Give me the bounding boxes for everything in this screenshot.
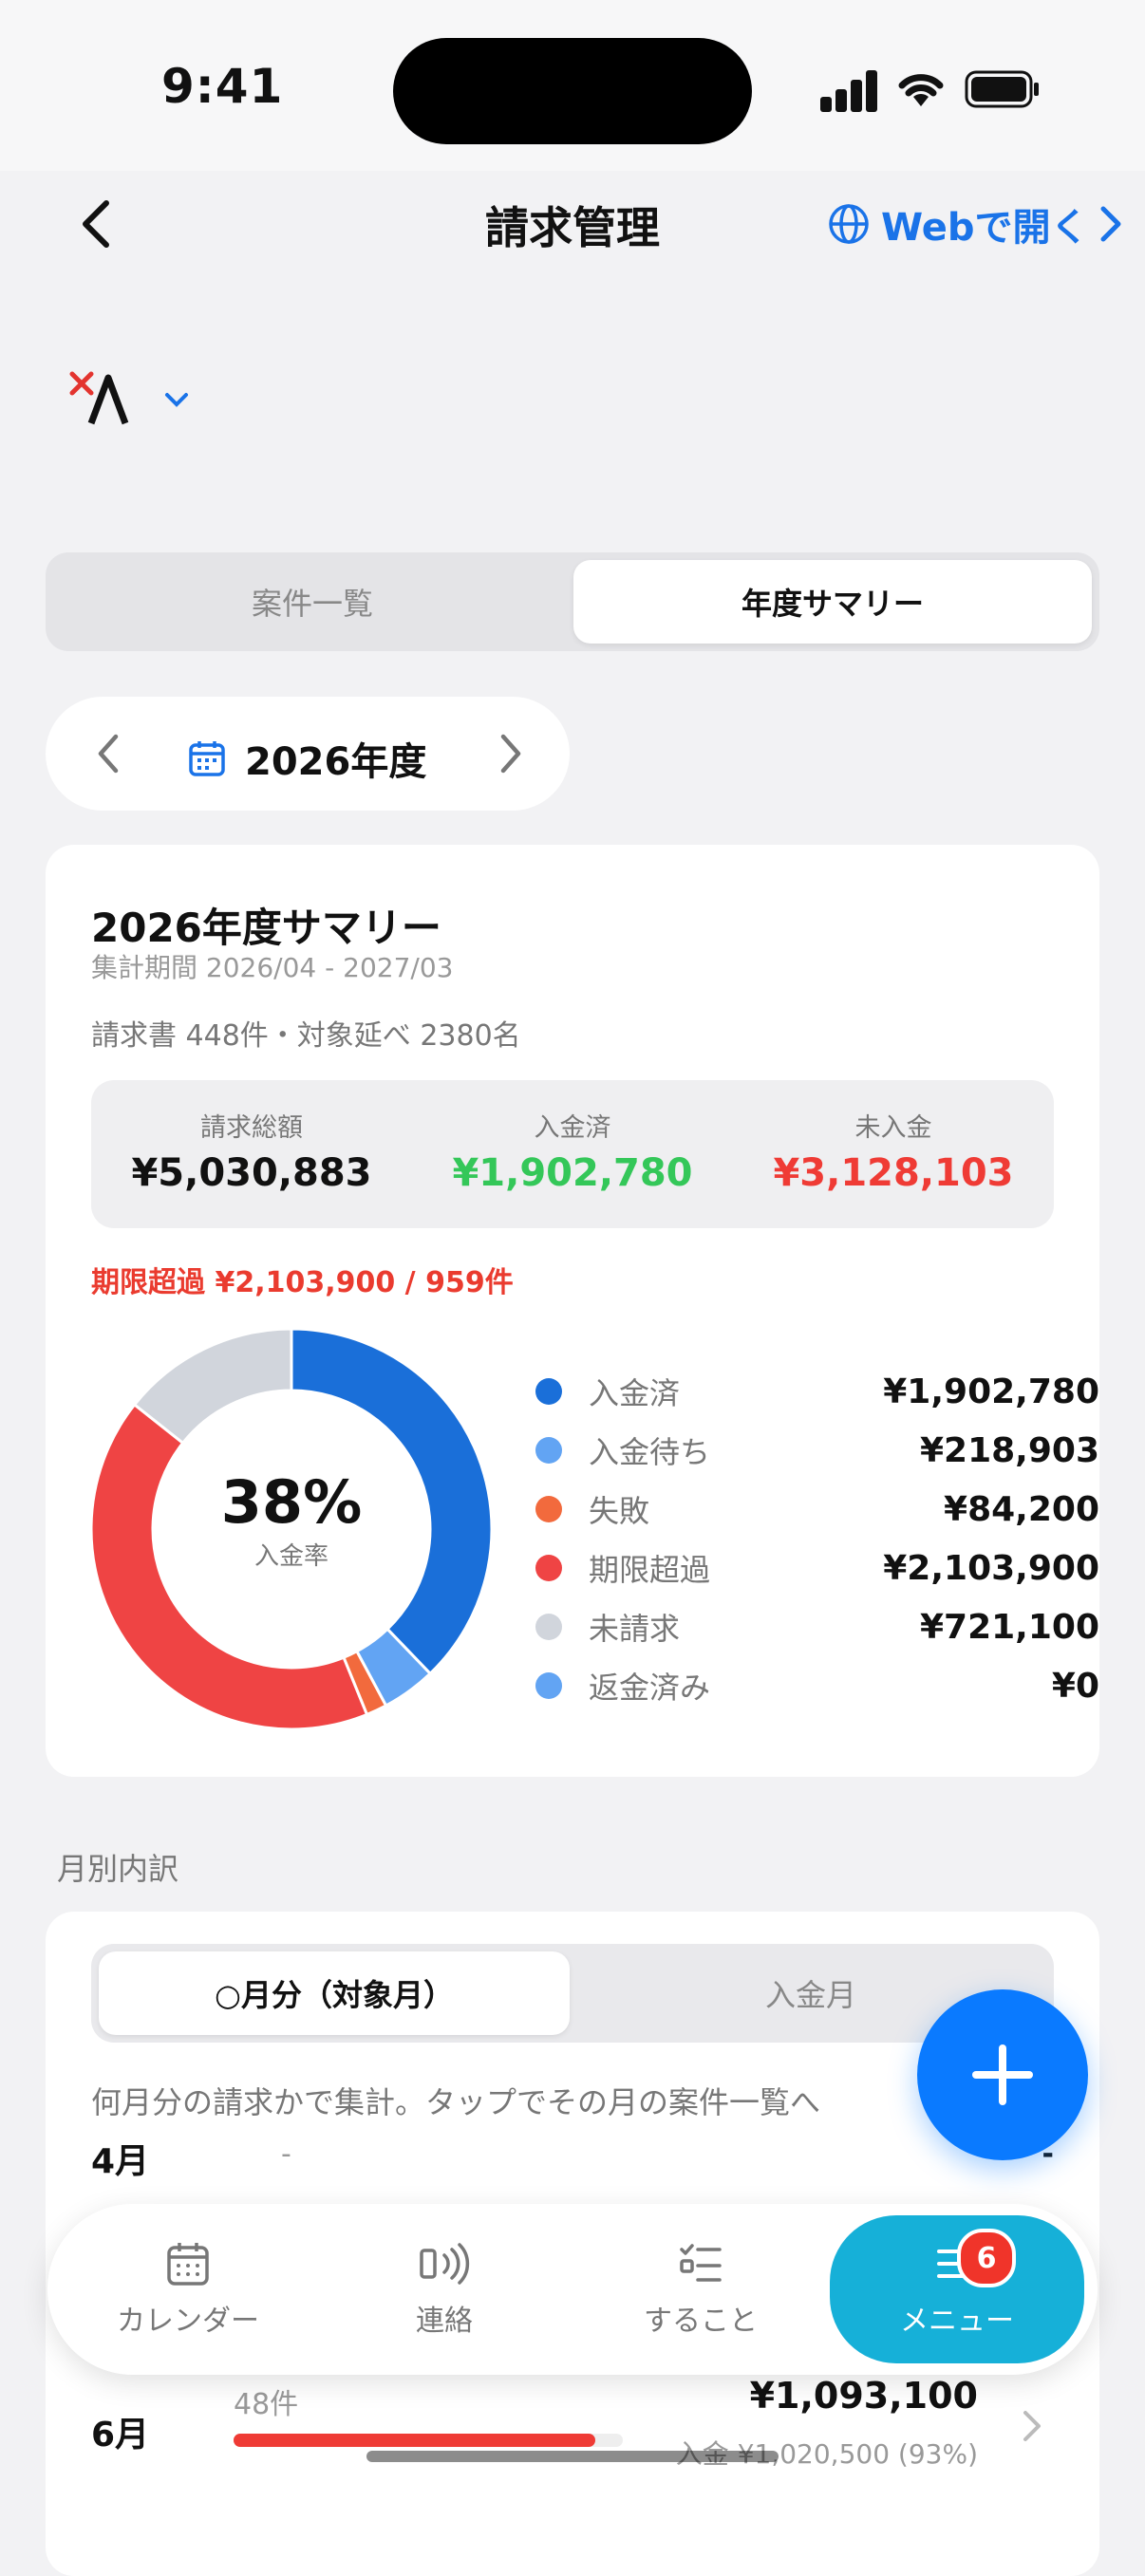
monthly-hint: 何月分の請求かで集計。タップでその月の案件一覧へ — [91, 2084, 821, 2120]
tab-calendar-label: カレンダー — [117, 2305, 259, 2338]
plus-icon — [972, 2044, 1033, 2105]
tab-bar: カレンダー 連絡 すること メニュー 6 — [47, 2204, 1098, 2375]
stat-total-value: ¥5,030,883 — [131, 1151, 372, 1195]
legend-label: 失敗 — [589, 1493, 650, 1529]
chart-legend: 入金済 ¥1,902,780 入金待ち ¥218,903 失敗 ¥84,200 … — [535, 1362, 1099, 1715]
month-label: 4月 — [91, 2142, 150, 2181]
month-count: 48件 — [234, 2388, 299, 2421]
checklist-icon — [680, 2244, 722, 2282]
stat-unpaid-label: 未入金 — [854, 1113, 932, 1143]
status-time: 9:41 — [161, 59, 284, 114]
legend-value: ¥2,103,900 — [883, 1548, 1099, 1588]
year-selector: 2026年度 — [46, 697, 570, 811]
legend-label: 未請求 — [589, 1611, 681, 1647]
summary-stats: 請求総額 ¥5,030,883 入金済 ¥1,902,780 未入金 ¥3,12… — [91, 1080, 1054, 1228]
legend-value: ¥0 — [1051, 1666, 1099, 1706]
year-label: 2026年度 — [245, 740, 427, 784]
stat-total: 請求総額 ¥5,030,883 — [91, 1107, 412, 1195]
globe-icon — [829, 204, 869, 244]
monthly-section-label: 月別内訳 — [57, 1851, 179, 1887]
wifi-icon — [898, 74, 944, 106]
legend-label: 返金済み — [589, 1670, 711, 1706]
month-amount: ¥1,093,100 — [749, 2375, 978, 2417]
stat-paid: 入金済 ¥1,902,780 — [412, 1107, 733, 1195]
stat-paid-label: 入金済 — [534, 1113, 611, 1143]
signal-icon — [820, 68, 877, 112]
legend-value: ¥218,903 — [919, 1430, 1099, 1470]
tab-target-month[interactable]: ○月分（対象月） — [99, 1951, 570, 2035]
month-row[interactable]: 4月 - - — [91, 2120, 1054, 2196]
year-summary-card: 2026年度サマリー 集計期間 2026/04 - 2027/03 請求書 44… — [46, 845, 1099, 1777]
legend-label: 入金済 — [589, 1375, 681, 1411]
calendar-icon — [189, 741, 225, 776]
summary-count: 請求書 448件・対象延べ 2380名 — [91, 1019, 521, 1053]
view-segmented-control: 案件一覧 年度サマリー — [46, 552, 1099, 651]
overdue-note: 期限超過 ¥2,103,900 / 959件 — [91, 1266, 514, 1299]
legend-label: 入金待ち — [589, 1434, 711, 1470]
stat-paid-value: ¥1,902,780 — [452, 1151, 693, 1195]
next-year-icon[interactable] — [492, 729, 530, 778]
tab-calendar[interactable]: カレンダー — [74, 2204, 302, 2375]
legend-dot — [535, 1378, 562, 1405]
open-web-button[interactable]: Webで開く — [828, 196, 1122, 252]
chevron-right-icon — [1100, 206, 1121, 242]
notification-badge: 6 — [957, 2229, 1016, 2287]
tab-contact[interactable]: 連絡 — [330, 2204, 558, 2375]
legend-dot — [535, 1614, 562, 1640]
month-count: - — [281, 2137, 291, 2171]
stat-unpaid: 未入金 ¥3,128,103 — [733, 1107, 1054, 1195]
legend-item-failed: 失敗 ¥84,200 — [535, 1480, 1099, 1539]
legend-value: ¥84,200 — [944, 1489, 1099, 1529]
tab-todo-label: すること — [644, 2305, 758, 2338]
legend-dot — [535, 1555, 562, 1581]
stat-unpaid-value: ¥3,128,103 — [773, 1151, 1014, 1195]
legend-dot — [535, 1496, 562, 1522]
year-display[interactable]: 2026年度 — [188, 731, 426, 786]
tab-menu[interactable]: メニュー 6 — [830, 2215, 1084, 2363]
tab-contact-label: 連絡 — [416, 2305, 473, 2338]
tab-year-summary[interactable]: 年度サマリー — [573, 560, 1092, 644]
org-logo-switcher[interactable] — [66, 361, 199, 437]
monthly-segmented-control: ○月分（対象月） 入金月 — [91, 1944, 1054, 2043]
legend-dot — [535, 1672, 562, 1699]
month-label: 6月 — [91, 2416, 150, 2455]
summary-title: 2026年度サマリー — [91, 905, 441, 951]
legend-value: ¥721,100 — [919, 1607, 1099, 1647]
month-row[interactable]: 6月 48件 ¥1,093,100 入金 ¥1,020,500 (93%) — [91, 2371, 1054, 2485]
legend-value: ¥1,902,780 — [883, 1372, 1099, 1411]
chevron-right-icon — [1023, 2411, 1041, 2441]
home-indicator — [366, 2451, 779, 2462]
month-progress-fill — [234, 2434, 596, 2447]
calendar-icon — [167, 2243, 209, 2286]
battery-icon — [965, 70, 1039, 108]
summary-period: 集計期間 2026/04 - 2027/03 — [91, 952, 454, 983]
broadcast-icon — [420, 2243, 470, 2285]
open-web-label: Webで開く — [881, 206, 1089, 250]
legend-label: 期限超過 — [589, 1552, 711, 1588]
legend-dot — [535, 1437, 562, 1464]
month-progress-track — [234, 2434, 623, 2447]
donut-rate-label: 入金率 — [254, 1542, 328, 1571]
legend-item-overdue: 期限超過 ¥2,103,900 — [535, 1539, 1099, 1597]
stat-total-label: 請求総額 — [200, 1113, 303, 1143]
legend-item-unbilled: 未請求 ¥721,100 — [535, 1597, 1099, 1656]
legend-item-paid: 入金済 ¥1,902,780 — [535, 1362, 1099, 1421]
donut-rate: 38% — [221, 1467, 362, 1537]
add-button[interactable] — [917, 1989, 1088, 2160]
payment-donut-chart: 38% 入金率 — [91, 1329, 492, 1729]
legend-item-refunded: 返金済み ¥0 — [535, 1656, 1099, 1715]
tab-menu-label: メニュー — [900, 2305, 1014, 2338]
tab-todo[interactable]: すること — [587, 2204, 815, 2375]
dynamic-island — [393, 38, 752, 144]
tab-project-list[interactable]: 案件一覧 — [53, 560, 572, 644]
legend-item-waiting: 入金待ち ¥218,903 — [535, 1421, 1099, 1480]
prev-year-icon[interactable] — [89, 729, 127, 778]
